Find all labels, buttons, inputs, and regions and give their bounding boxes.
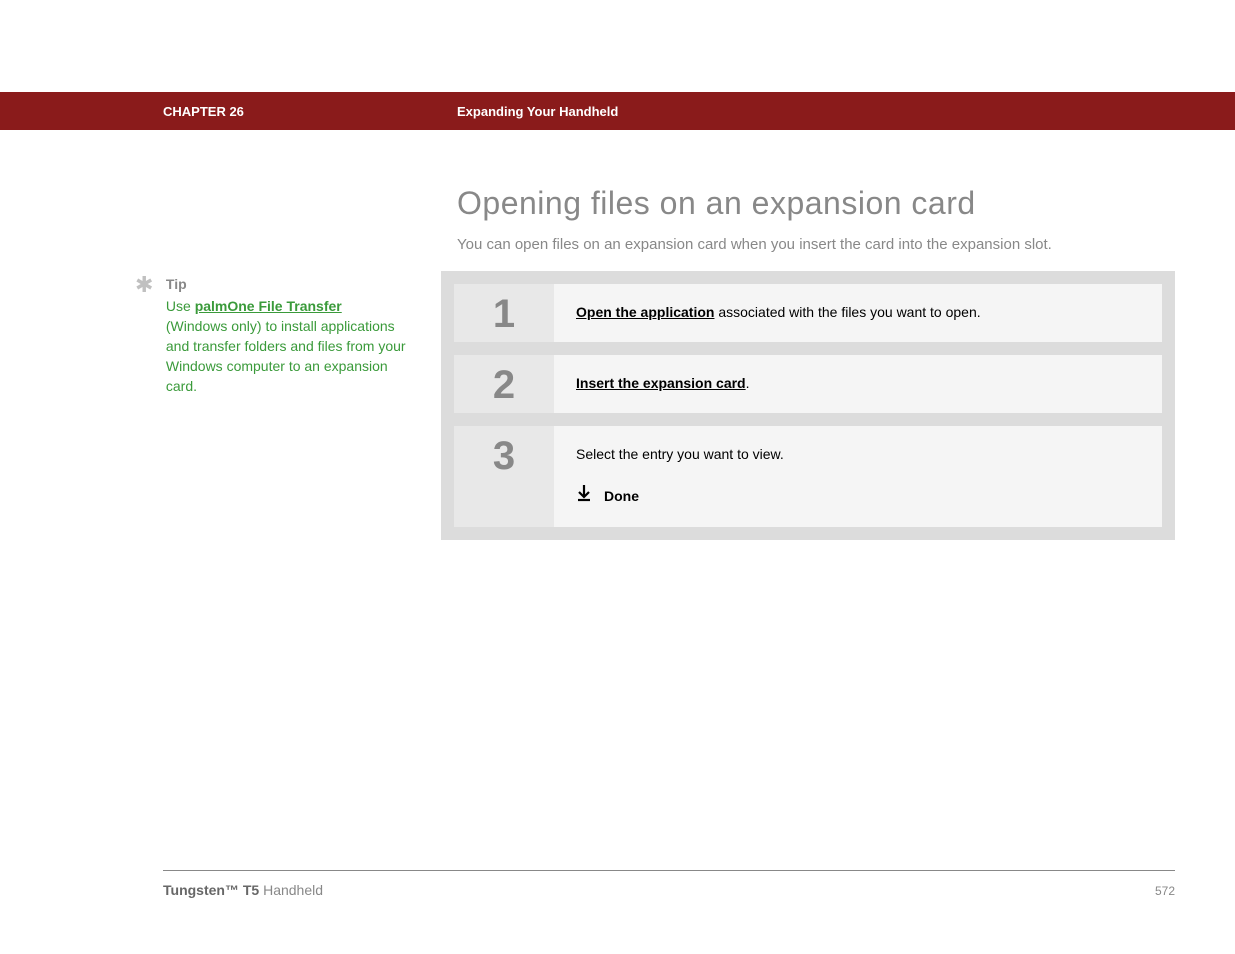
step-number: 3 (493, 434, 515, 479)
done-arrow-icon (576, 484, 592, 507)
step-number: 2 (493, 363, 515, 408)
step-number-cell: 3 (454, 426, 554, 527)
footer-divider (163, 870, 1175, 871)
done-row: Done (576, 484, 1140, 507)
chapter-title: Expanding Your Handheld (457, 104, 618, 119)
tip-palmone-link[interactable]: palmOne File Transfer (195, 298, 342, 314)
chapter-header-bar: CHAPTER 26 Expanding Your Handheld (0, 92, 1235, 130)
step-number: 1 (493, 292, 515, 337)
intro-paragraph: You can open files on an expansion card … (457, 236, 1052, 253)
page-heading: Opening files on an expansion card (457, 185, 976, 222)
step-content: Select the entry you want to view. Done (554, 426, 1162, 527)
insert-card-link[interactable]: Insert the expansion card (576, 375, 746, 391)
step-content: Insert the expansion card. (554, 355, 1162, 413)
footer-product: Tungsten™ T5 Handheld (163, 882, 323, 898)
done-label: Done (604, 488, 639, 504)
tip-body: Use palmOne File Transfer (Windows only)… (166, 296, 406, 396)
footer-page-number: 572 (1155, 884, 1175, 898)
tip-prefix: Use (166, 298, 195, 314)
tip-sidebar: ✱ Tip Use palmOne File Transfer (Windows… (135, 276, 415, 396)
step-row-1: 1 Open the application associated with t… (454, 284, 1162, 342)
step-2-text: . (746, 375, 750, 391)
tip-content: Tip Use palmOne File Transfer (Windows o… (166, 276, 406, 396)
tip-suffix: (Windows only) to install applications a… (166, 318, 406, 394)
step-content: Open the application associated with the… (554, 284, 1162, 342)
footer-product-rest: Handheld (259, 882, 323, 898)
step-number-cell: 2 (454, 355, 554, 413)
step-3-text: Select the entry you want to view. (576, 446, 1140, 462)
step-1-text: associated with the files you want to op… (714, 304, 980, 320)
chapter-number: CHAPTER 26 (163, 104, 244, 119)
step-number-cell: 1 (454, 284, 554, 342)
footer-product-bold: Tungsten™ T5 (163, 882, 259, 898)
asterisk-icon: ✱ (135, 276, 153, 294)
tip-label: Tip (166, 276, 406, 292)
step-row-3: 3 Select the entry you want to view. Don… (454, 426, 1162, 527)
open-application-link[interactable]: Open the application (576, 304, 714, 320)
steps-container: 1 Open the application associated with t… (441, 271, 1175, 540)
step-row-2: 2 Insert the expansion card. (454, 355, 1162, 413)
